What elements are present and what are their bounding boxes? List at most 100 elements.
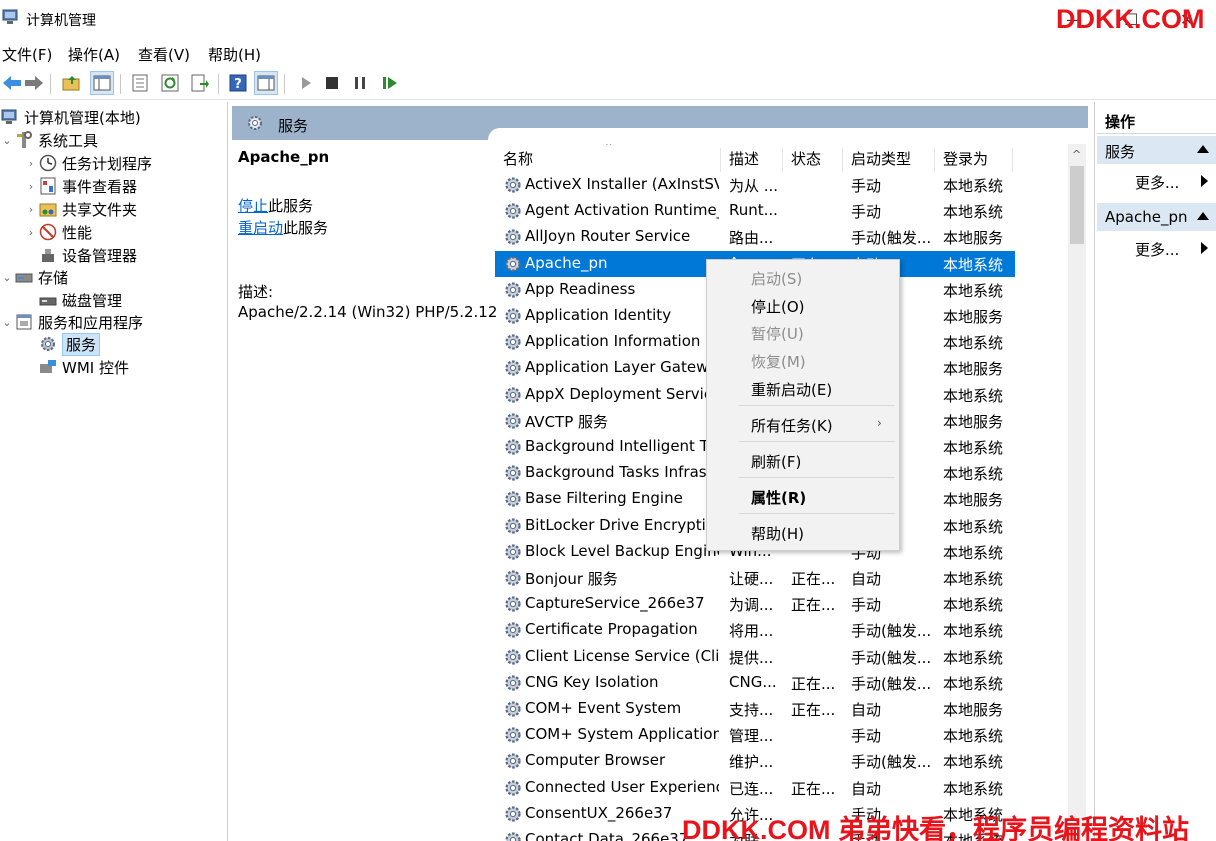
tree-shared-folders[interactable]: › 共享文件夹 bbox=[24, 198, 137, 220]
menu-file[interactable]: 文件(F) bbox=[2, 44, 52, 65]
cell-description: 维护... bbox=[729, 753, 774, 772]
table-row[interactable]: Agent Activation Runtime_... Runt... 手动 本地系… bbox=[495, 198, 1015, 224]
expand-chevron-icon[interactable]: › bbox=[24, 226, 38, 239]
table-row[interactable]: Computer Browser 维护... 手动(触发... 本地系统 bbox=[495, 748, 1015, 774]
pause-service-button[interactable] bbox=[348, 71, 372, 95]
column-startup-type[interactable]: 启动类型 bbox=[843, 148, 935, 172]
tree-device-manager[interactable]: 设备管理器 bbox=[24, 244, 137, 266]
expand-chevron-icon[interactable]: › bbox=[24, 180, 38, 193]
collapse-chevron-icon[interactable]: ⌄ bbox=[0, 316, 14, 329]
action-pane-button[interactable] bbox=[254, 71, 278, 95]
cell-startup-type: 手动(触发... bbox=[851, 622, 932, 641]
ctx-properties[interactable]: 属性(R) bbox=[751, 487, 806, 508]
table-row[interactable]: Certificate Propagation 将用... 手动(触发... 本地系统 bbox=[495, 617, 1015, 643]
selected-service-name: Apache_pn bbox=[238, 148, 330, 166]
restart-service-suffix: 此服务 bbox=[283, 219, 329, 237]
table-row[interactable]: Connected User Experienc... 已连... 正在... 自动 本… bbox=[495, 775, 1015, 801]
table-row[interactable]: Bonjour 服务 让硬... 正在... 自动 本地系统 bbox=[495, 565, 1015, 591]
restart-service-button[interactable] bbox=[378, 71, 402, 95]
back-button[interactable] bbox=[0, 71, 24, 95]
actions-group-apache[interactable]: Apache_pn bbox=[1097, 203, 1216, 231]
actions-more-services[interactable]: 更多... bbox=[1135, 172, 1208, 193]
cell-logon-as: 本地系统 bbox=[943, 517, 1004, 536]
ctx-refresh[interactable]: 刷新(F) bbox=[751, 451, 801, 472]
table-row[interactable]: ActiveX Installer (AxInstSV) 为从 ... 手动 本地系统 bbox=[495, 172, 1015, 198]
cell-startup-type: 手动 bbox=[851, 596, 882, 615]
storage-icon bbox=[14, 267, 34, 287]
table-row[interactable]: AllJoyn Router Service 路由... 手动(触发... 本地服务 bbox=[495, 224, 1015, 250]
table-row[interactable]: CNG Key Isolation CNG... 正在... 手动(触发... 本地系统 bbox=[495, 670, 1015, 696]
ctx-help[interactable]: 帮助(H) bbox=[751, 523, 804, 544]
up-level-button[interactable] bbox=[60, 71, 84, 95]
collapse-triangle-icon[interactable] bbox=[1197, 145, 1209, 153]
tree-services-apps[interactable]: ⌄ 服务和应用程序 bbox=[0, 311, 143, 333]
actions-more-apache[interactable]: 更多... bbox=[1135, 239, 1208, 260]
actions-pane: 操作 服务 更多... Apache_pn 更多... bbox=[1094, 102, 1216, 841]
description-value: Apache/2.2.14 (Win32) PHP/5.2.12 bbox=[238, 303, 498, 321]
stop-service-button[interactable] bbox=[320, 71, 344, 95]
cell-description: CNG... bbox=[729, 672, 777, 691]
ctx-resume[interactable]: 恢复(M) bbox=[751, 351, 806, 372]
start-service-button[interactable] bbox=[294, 71, 318, 95]
tree-task-scheduler[interactable]: › 任务计划程序 bbox=[24, 152, 152, 174]
tree-system-tools[interactable]: ⌄ 系统工具 bbox=[0, 129, 98, 151]
cell-logon-as: 本地服务 bbox=[943, 701, 1004, 719]
cell-description: 让硬... bbox=[729, 570, 774, 588]
tree-wmi-control[interactable]: WMI 控件 bbox=[24, 356, 129, 378]
computer-management-icon bbox=[2, 9, 18, 24]
table-header: 名称 描述 状态 启动类型 登录为 ^ bbox=[495, 144, 1065, 172]
footer-watermark: DDKK.COM 弟弟快看，程序员编程资料站 bbox=[682, 815, 1189, 841]
refresh-toolbar-button[interactable] bbox=[158, 71, 182, 95]
cell-name: Client License Service (Clip... bbox=[525, 646, 719, 665]
cell-startup-type: 手动(触发... bbox=[851, 753, 932, 772]
tree-services[interactable]: 服务 bbox=[24, 332, 101, 356]
actions-group-services[interactable]: 服务 bbox=[1097, 136, 1216, 164]
vertical-scrollbar[interactable]: ^ bbox=[1068, 144, 1086, 841]
scroll-up-arrow-icon[interactable]: ^ bbox=[1072, 148, 1081, 161]
menu-action[interactable]: 操作(A) bbox=[68, 44, 120, 65]
ctx-start[interactable]: 启动(S) bbox=[751, 268, 802, 289]
collapse-chevron-icon[interactable]: ⌄ bbox=[0, 134, 14, 147]
cell-description: 将用... bbox=[729, 622, 774, 641]
table-row[interactable]: COM+ Event System 支持... 正在... 自动 本地服务 bbox=[495, 696, 1015, 722]
collapse-chevron-icon[interactable]: ⌄ bbox=[0, 271, 14, 284]
stop-service-link[interactable]: 停止 bbox=[238, 197, 268, 215]
ctx-restart[interactable]: 重新启动(E) bbox=[751, 379, 832, 400]
action-pane-icon bbox=[257, 75, 275, 91]
tree-storage[interactable]: ⌄ 存储 bbox=[0, 266, 68, 288]
tree-performance[interactable]: › 性能 bbox=[24, 221, 92, 243]
expand-chevron-icon[interactable]: › bbox=[24, 203, 38, 216]
help-toolbar-button[interactable]: ? bbox=[226, 71, 250, 95]
properties-toolbar-button[interactable] bbox=[128, 71, 152, 95]
collapse-triangle-icon[interactable] bbox=[1197, 212, 1209, 220]
restart-service-link[interactable]: 重启动 bbox=[238, 219, 283, 237]
forward-button[interactable] bbox=[22, 71, 46, 95]
service-gear-icon bbox=[505, 596, 521, 612]
expand-chevron-icon[interactable]: › bbox=[24, 157, 38, 170]
table-row[interactable]: Client License Service (Clip... 提供... 手动(触… bbox=[495, 644, 1015, 670]
service-gear-icon bbox=[505, 255, 521, 272]
cell-name: Background Intelligent Tra... bbox=[525, 437, 719, 455]
cell-description: 支持... bbox=[729, 701, 774, 719]
table-row[interactable]: CaptureService_266e37 为调... 正在... 手动 本地系统 bbox=[495, 591, 1015, 617]
tree-root[interactable]: 计算机管理(本地) bbox=[0, 106, 141, 128]
tree-disk-management[interactable]: 磁盘管理 bbox=[24, 289, 122, 311]
scrollbar-thumb[interactable] bbox=[1070, 166, 1084, 244]
service-gear-icon bbox=[505, 727, 521, 743]
cell-logon-as: 本地系统 bbox=[943, 334, 1004, 353]
cell-logon-as: 本地系统 bbox=[943, 543, 1004, 562]
menu-view[interactable]: 查看(V) bbox=[138, 44, 190, 65]
table-row[interactable]: COM+ System Application 管理... 手动 本地系统 bbox=[495, 722, 1015, 748]
show-hide-tree-button[interactable] bbox=[90, 71, 114, 95]
tree-event-viewer[interactable]: › 事件查看器 bbox=[24, 175, 137, 197]
cell-name: AVCTP 服务 bbox=[525, 412, 609, 431]
ctx-pause[interactable]: 暂停(U) bbox=[751, 323, 804, 344]
column-status[interactable]: 状态 bbox=[783, 148, 843, 172]
window-title: 计算机管理 bbox=[26, 13, 96, 29]
ctx-stop[interactable]: 停止(O) bbox=[751, 296, 805, 317]
ctx-all-tasks[interactable]: 所有任务(K) bbox=[751, 415, 833, 436]
column-logon-as[interactable]: 登录为 bbox=[935, 148, 1013, 172]
menu-help[interactable]: 帮助(H) bbox=[208, 44, 261, 65]
column-description[interactable]: 描述 bbox=[721, 148, 783, 172]
export-list-button[interactable] bbox=[188, 71, 212, 95]
